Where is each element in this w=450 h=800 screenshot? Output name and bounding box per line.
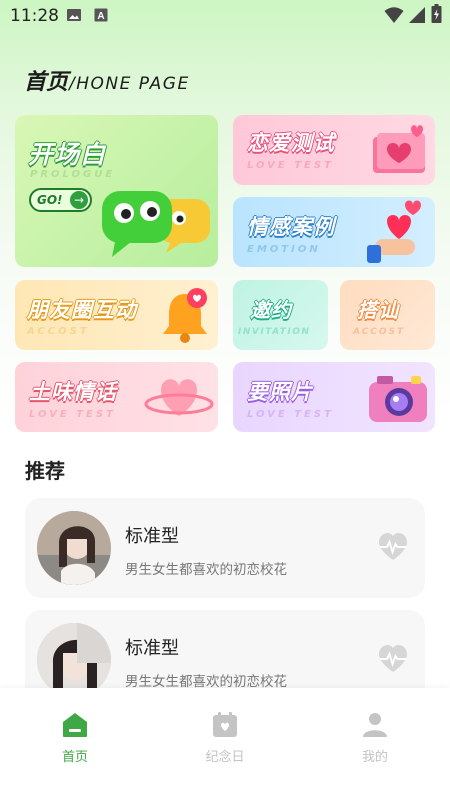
chat-bubbles-icon (102, 191, 210, 257)
card-prologue-subtitle: PROLOGUE (30, 169, 116, 180)
home-icon (63, 713, 87, 737)
wifi-icon (384, 7, 404, 23)
heartbeat-icon[interactable] (377, 532, 409, 562)
signal-icon (409, 7, 425, 23)
recommend-name: 标准型 (125, 526, 179, 547)
bell-icon (163, 288, 207, 343)
hand-heart-icon (367, 200, 421, 263)
page-title-en: /HONE PAGE (69, 74, 190, 94)
avatar (37, 623, 111, 697)
card-invitation[interactable]: 邀约 INVITATION (233, 280, 328, 350)
status-time: 11:28 (10, 6, 59, 26)
avatar (37, 511, 111, 585)
nav-label-profile: 我的 (361, 750, 388, 765)
nav-label-anniversary: 纪念日 (205, 750, 245, 765)
card-accost[interactable]: 搭讪 ACCOST (340, 280, 435, 350)
recommend-title: 推荐 (25, 459, 65, 483)
card-prologue[interactable]: 开场白 PROLOGUE GO! → (15, 115, 218, 267)
go-button-label: GO! (37, 193, 63, 207)
nav-item-profile[interactable]: 我的 (335, 712, 415, 765)
card-love-words-subtitle: LOVE TEST (29, 409, 116, 420)
image-icon (67, 9, 81, 21)
card-accost-title: 搭讪 (357, 298, 399, 322)
camera-icon (369, 376, 427, 422)
nav-label-home: 首页 (61, 750, 88, 765)
status-bar: 11:28 A (0, 0, 450, 32)
a-badge-icon: A (94, 8, 108, 22)
page-title: 首页 /HONE PAGE (24, 64, 190, 96)
recommend-card[interactable]: 标准型 男生女生都喜欢的初恋校花 (25, 498, 425, 598)
heart-book-icon (373, 125, 425, 173)
svg-text:A: A (97, 11, 104, 22)
card-photo[interactable]: 要照片 LOVE TEST (233, 362, 435, 432)
nav-item-anniversary[interactable]: 纪念日 (185, 712, 265, 765)
card-love-test[interactable]: 恋爱测试 LOVE TEST (233, 115, 435, 185)
card-love-test-title: 恋爱测试 (247, 131, 335, 155)
heartbeat-icon[interactable] (377, 644, 409, 674)
card-emotion-subtitle: EMOTION (247, 244, 321, 255)
card-moments-subtitle: ACCOST (27, 326, 90, 337)
battery-charging-icon (431, 4, 442, 23)
card-love-words[interactable]: 土味情话 LOVE TEST (15, 362, 218, 432)
arrow-right-icon: → (70, 191, 88, 209)
page-title-cn: 首页 (24, 70, 69, 95)
calendar-heart-icon (213, 712, 237, 737)
nav-item-home[interactable]: 首页 (35, 712, 115, 765)
card-photo-title: 要照片 (247, 380, 313, 404)
card-prologue-title: 开场白 (28, 140, 107, 169)
card-accost-subtitle: ACCOST (353, 327, 406, 337)
user-icon (363, 713, 387, 737)
card-photo-subtitle: LOVE TEST (247, 409, 334, 420)
bottom-nav: 首页 纪念日 我的 (0, 688, 450, 800)
recommend-name: 标准型 (125, 638, 179, 659)
recommend-desc: 男生女生都喜欢的初恋校花 (125, 562, 287, 578)
card-invitation-title: 邀约 (250, 298, 292, 322)
heart-ring-icon (144, 379, 214, 416)
card-moments[interactable]: 朋友圈互动 ACCOST (15, 280, 218, 350)
card-moments-title: 朋友圈互动 (27, 298, 137, 322)
card-emotion-title: 情感案例 (247, 215, 335, 239)
card-emotion[interactable]: 情感案例 EMOTION (233, 197, 435, 267)
card-love-words-title: 土味情话 (29, 380, 117, 404)
recommend-desc: 男生女生都喜欢的初恋校花 (125, 674, 287, 690)
go-button[interactable]: GO! → (29, 188, 92, 212)
card-invitation-subtitle: INVITATION (238, 327, 311, 337)
card-love-test-subtitle: LOVE TEST (247, 160, 334, 171)
